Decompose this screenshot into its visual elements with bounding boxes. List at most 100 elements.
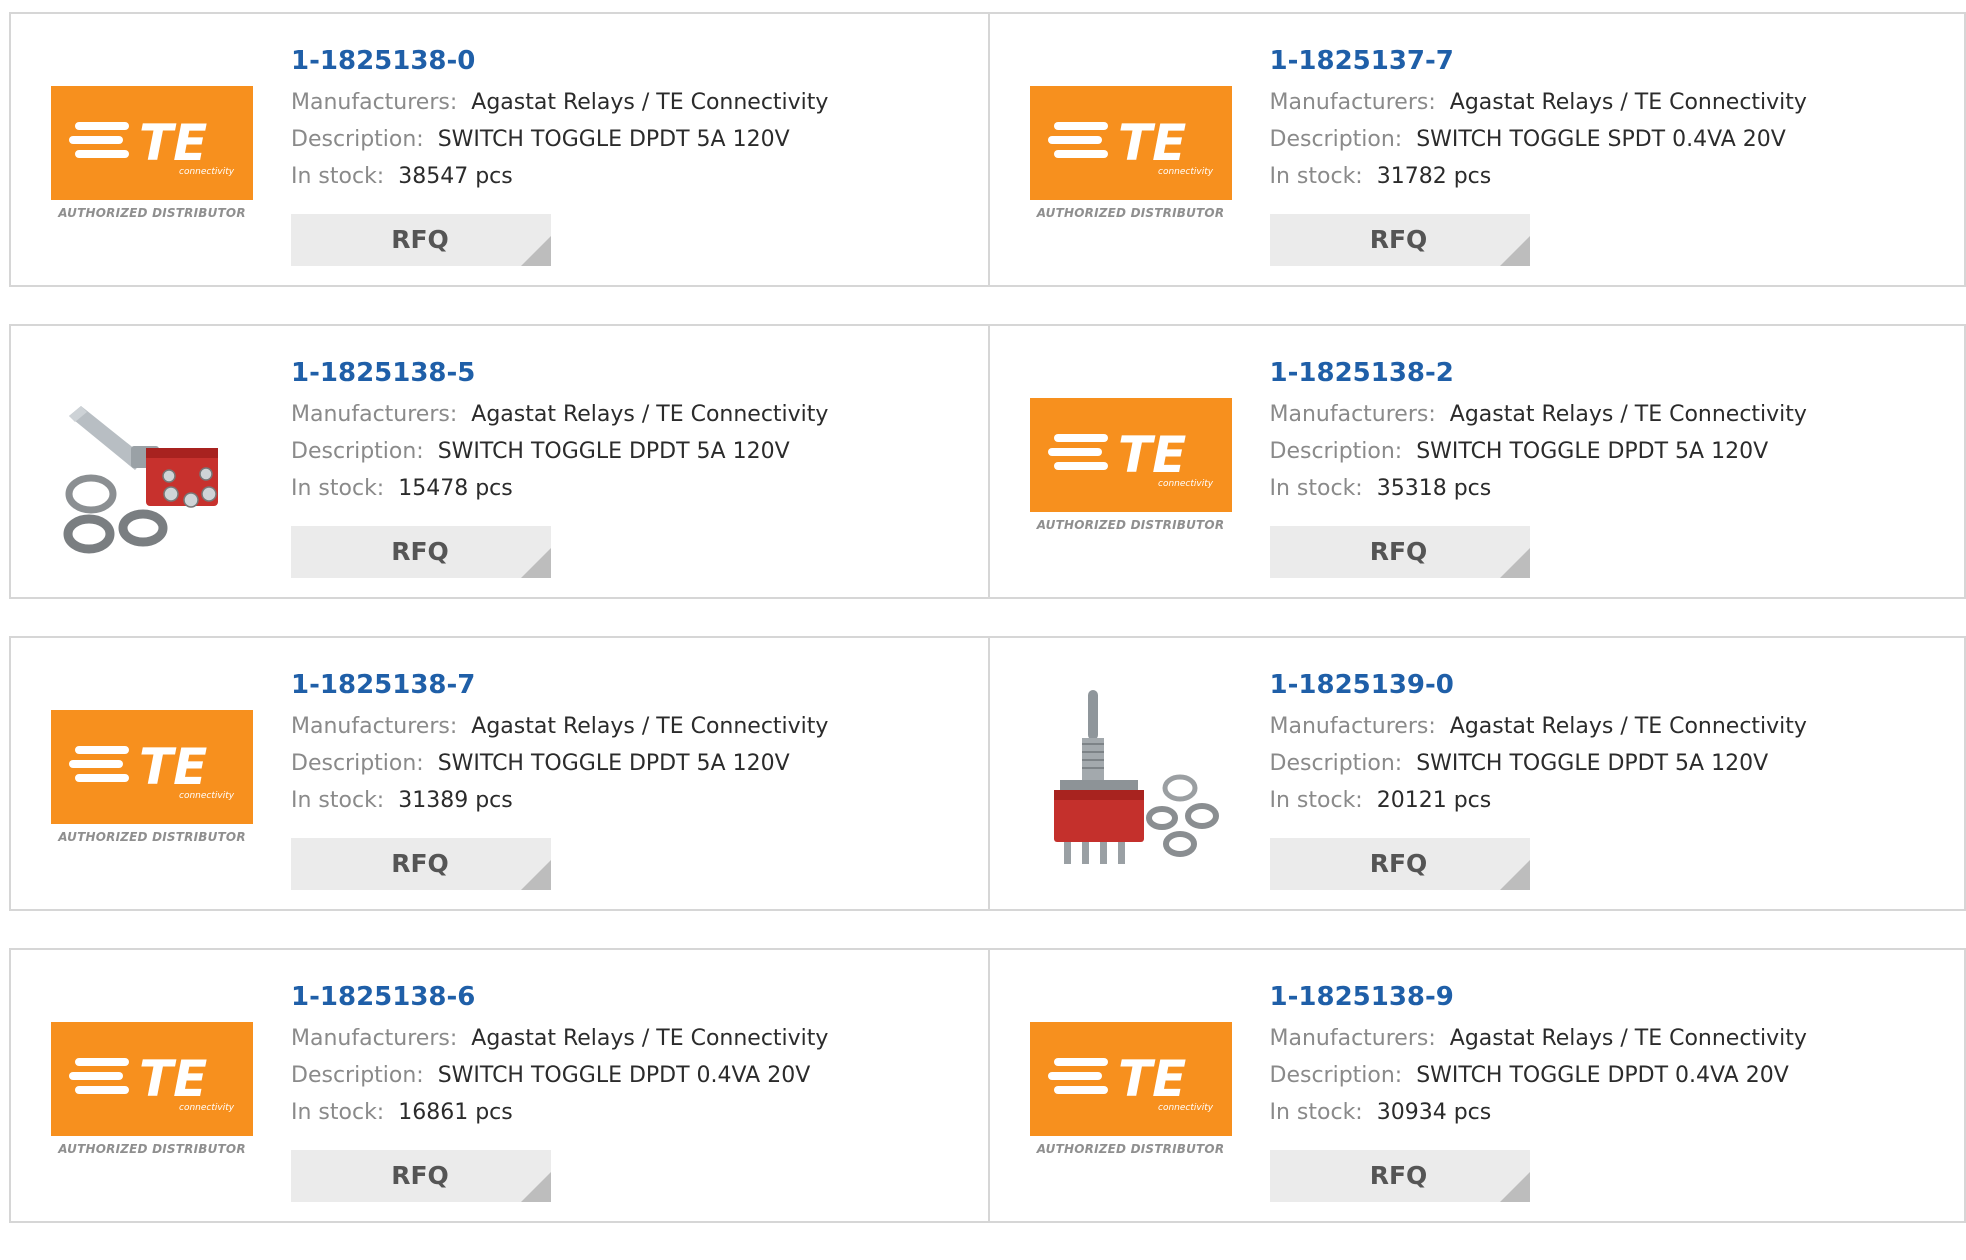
stock-line: In stock: 20121 pcs	[1270, 782, 1807, 819]
description-line: Description: SWITCH TOGGLE SPDT 0.4VA 20V	[1270, 121, 1807, 158]
rfq-label: RFQ	[391, 537, 449, 566]
corner-triangle-icon	[1499, 548, 1530, 578]
part-number-link[interactable]: 1-1825138-5	[291, 356, 475, 390]
product-info: 1-1825138-9 Manufacturers: Agastat Relays…	[1270, 980, 1807, 1131]
description-value: SWITCH TOGGLE SPDT 0.4VA 20V	[1416, 127, 1786, 152]
logo-wordmark: TE	[1118, 1050, 1186, 1108]
manufacturer-label: Manufacturers:	[291, 402, 458, 427]
manufacturer-line: Manufacturers: Agastat Relays / TE Connec…	[1270, 708, 1807, 745]
product-row: TE connectivity AUTHORIZED DISTRIBUTOR 1…	[9, 636, 1966, 911]
description-value: SWITCH TOGGLE DPDT 0.4VA 20V	[1416, 1063, 1789, 1088]
stock-line: In stock: 15478 pcs	[291, 470, 828, 507]
description-line: Description: SWITCH TOGGLE DPDT 0.4VA 20V	[1270, 1057, 1807, 1094]
corner-triangle-icon	[1499, 1172, 1530, 1202]
manufacturer-label: Manufacturers:	[291, 714, 458, 739]
description-value: SWITCH TOGGLE DPDT 0.4VA 20V	[437, 1063, 811, 1088]
product-info: 1-1825138-0 Manufacturers: Agastat Relays…	[291, 44, 828, 195]
manufacturer-line: Manufacturers: Agastat Relays / TE Connec…	[291, 708, 828, 745]
part-number-link[interactable]: 1-1825138-0	[291, 44, 475, 78]
product-thumbnail[interactable]: TE connectivity AUTHORIZED DISTRIBUTOR	[51, 54, 253, 254]
rfq-button[interactable]: RFQ	[1269, 838, 1530, 890]
rfq-button[interactable]: RFQ	[291, 526, 551, 578]
part-number-link[interactable]: 1-1825138-6	[291, 980, 475, 1014]
rfq-label: RFQ	[391, 849, 449, 878]
description-line: Description: SWITCH TOGGLE DPDT 5A 120V	[1270, 745, 1807, 782]
manufacturer-value: Agastat Relays / TE Connectivity	[1449, 714, 1807, 739]
product-thumbnail[interactable]: TE connectivity AUTHORIZED DISTRIBUTOR	[1029, 54, 1232, 254]
rfq-button[interactable]: RFQ	[1269, 1150, 1530, 1202]
te-connectivity-logo: TE connectivity	[1029, 1022, 1232, 1136]
te-connectivity-logo: TE connectivity	[51, 1022, 253, 1136]
logo-subtext: connectivity	[1158, 167, 1214, 177]
product-thumbnail[interactable]: TE connectivity AUTHORIZED DISTRIBUTOR	[1029, 990, 1232, 1190]
stock-label: In stock:	[291, 164, 385, 189]
logo-subtext: connectivity	[179, 791, 235, 801]
logo-subtext: connectivity	[1158, 1103, 1214, 1113]
te-connectivity-logo: TE connectivity	[51, 710, 253, 824]
description-label: Description:	[1269, 751, 1403, 776]
product-thumbnail[interactable]: TE connectivity AUTHORIZED DISTRIBUTOR	[51, 990, 253, 1190]
product-card: TE connectivity AUTHORIZED DISTRIBUTOR 1…	[11, 14, 988, 285]
product-row: 1-1825138-5 Manufacturers: Agastat Relays…	[9, 324, 1966, 599]
logo-wordmark: TE	[139, 738, 207, 796]
rfq-button[interactable]: RFQ	[1269, 526, 1530, 578]
te-connectivity-logo: TE connectivity	[1029, 398, 1232, 512]
authorized-distributor-caption: AUTHORIZED DISTRIBUTOR	[1036, 1142, 1225, 1156]
product-thumbnail[interactable]	[51, 366, 253, 566]
product-thumbnail[interactable]: TE connectivity AUTHORIZED DISTRIBUTOR	[1029, 366, 1232, 566]
product-info: 1-1825138-2 Manufacturers: Agastat Relays…	[1270, 356, 1807, 507]
stock-label: In stock:	[291, 1100, 385, 1125]
part-number-link[interactable]: 1-1825138-2	[1270, 356, 1454, 390]
product-grid: TE connectivity AUTHORIZED DISTRIBUTOR 1…	[9, 12, 1966, 1260]
logo-subtext: connectivity	[1158, 479, 1214, 489]
logo-subtext: connectivity	[179, 1103, 235, 1113]
product-card: TE connectivity AUTHORIZED DISTRIBUTOR 1…	[987, 326, 1965, 597]
manufacturer-value: Agastat Relays / TE Connectivity	[1449, 1026, 1807, 1051]
stock-value: 20121 pcs	[1376, 788, 1492, 813]
product-thumbnail[interactable]: TE connectivity AUTHORIZED DISTRIBUTOR	[51, 678, 253, 878]
stock-value: 15478 pcs	[398, 476, 513, 501]
manufacturer-line: Manufacturers: Agastat Relays / TE Connec…	[1270, 84, 1807, 121]
description-label: Description:	[1269, 1063, 1403, 1088]
stock-line: In stock: 38547 pcs	[291, 158, 828, 195]
rfq-button[interactable]: RFQ	[1269, 214, 1530, 266]
manufacturer-label: Manufacturers:	[291, 90, 458, 115]
rfq-button[interactable]: RFQ	[291, 214, 551, 266]
description-line: Description: SWITCH TOGGLE DPDT 5A 120V	[291, 121, 828, 158]
description-line: Description: SWITCH TOGGLE DPDT 5A 120V	[291, 745, 828, 782]
stock-line: In stock: 30934 pcs	[1270, 1094, 1807, 1131]
corner-triangle-icon	[1499, 860, 1530, 890]
authorized-distributor-caption: AUTHORIZED DISTRIBUTOR	[58, 1142, 246, 1156]
description-line: Description: SWITCH TOGGLE DPDT 5A 120V	[291, 433, 828, 470]
rfq-label: RFQ	[1369, 225, 1428, 254]
manufacturer-value: Agastat Relays / TE Connectivity	[471, 1026, 829, 1051]
part-number-link[interactable]: 1-1825139-0	[1270, 668, 1454, 702]
manufacturer-line: Manufacturers: Agastat Relays / TE Connec…	[291, 396, 828, 433]
corner-triangle-icon	[521, 860, 551, 890]
rfq-button[interactable]: RFQ	[291, 1150, 551, 1202]
part-number-link[interactable]: 1-1825137-7	[1270, 44, 1454, 78]
product-info: 1-1825138-6 Manufacturers: Agastat Relays…	[291, 980, 828, 1131]
manufacturer-value: Agastat Relays / TE Connectivity	[1449, 90, 1807, 115]
stock-label: In stock:	[1269, 476, 1363, 501]
product-card: TE connectivity AUTHORIZED DISTRIBUTOR 1…	[987, 950, 1965, 1221]
rfq-button[interactable]: RFQ	[291, 838, 551, 890]
part-number-link[interactable]: 1-1825138-7	[291, 668, 475, 702]
part-number-link[interactable]: 1-1825138-9	[1270, 980, 1454, 1014]
description-line: Description: SWITCH TOGGLE DPDT 0.4VA 20V	[291, 1057, 828, 1094]
authorized-distributor-caption: AUTHORIZED DISTRIBUTOR	[1036, 206, 1225, 220]
product-info: 1-1825138-5 Manufacturers: Agastat Relays…	[291, 356, 828, 507]
description-value: SWITCH TOGGLE DPDT 5A 120V	[437, 439, 790, 464]
description-label: Description:	[291, 1063, 424, 1088]
manufacturer-value: Agastat Relays / TE Connectivity	[471, 90, 829, 115]
logo-wordmark: TE	[1118, 426, 1186, 484]
toggle-switch-photo	[63, 406, 218, 554]
product-info: 1-1825137-7 Manufacturers: Agastat Relays…	[1270, 44, 1807, 195]
product-thumbnail[interactable]	[1030, 678, 1232, 878]
stock-label: In stock:	[291, 476, 385, 501]
manufacturer-value: Agastat Relays / TE Connectivity	[1449, 402, 1807, 427]
description-label: Description:	[291, 751, 424, 776]
manufacturer-label: Manufacturers:	[1269, 90, 1436, 115]
corner-triangle-icon	[521, 236, 551, 266]
te-connectivity-logo: TE connectivity	[1029, 86, 1232, 200]
